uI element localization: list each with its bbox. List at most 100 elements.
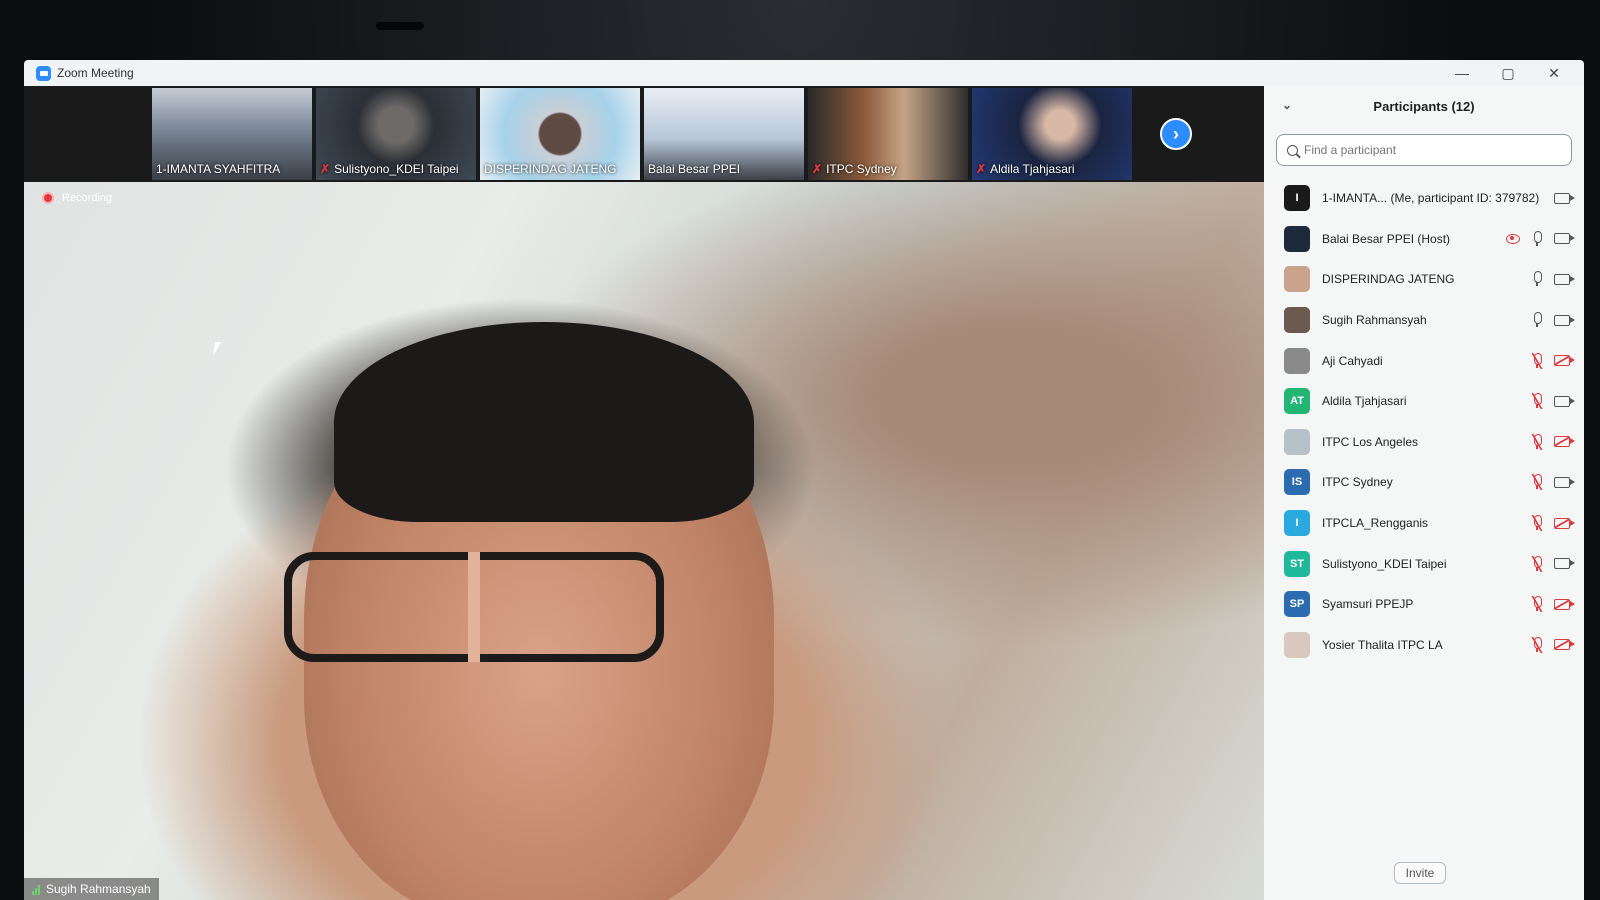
participants-panel: ⌄ Participants (12) I 1-IMANTA... (Me, pa…: [1264, 86, 1584, 900]
video-thumbnail[interactable]: ✗ ITPC Sydney: [808, 88, 968, 180]
camera-icon: [1554, 395, 1575, 407]
chevron-down-icon[interactable]: ⌄: [1282, 98, 1292, 112]
avatar: [1284, 266, 1310, 293]
mic-muted-icon: [1530, 555, 1544, 572]
participant-row[interactable]: I 1-IMANTA... (Me, participant ID: 379782…: [1264, 178, 1584, 219]
invite-button[interactable]: Invite: [1394, 862, 1446, 884]
mic-muted-icon: [1530, 474, 1544, 491]
zoom-window: Zoom Meeting — ▢ ✕ 1-IMANTA SYAHFITRA ✗ S…: [24, 60, 1584, 900]
participant-list: I 1-IMANTA... (Me, participant ID: 379782…: [1264, 178, 1584, 665]
participant-name: Balai Besar PPEI (Host): [1322, 231, 1451, 246]
avatar: [1284, 428, 1310, 455]
participant-row[interactable]: Balai Besar PPEI (Host): [1264, 219, 1584, 260]
camera-icon: [1554, 476, 1575, 488]
camera-off-icon: [1554, 639, 1575, 651]
search-icon: [1287, 144, 1298, 156]
thumbnail-label: DISPERINDAG JATENG: [484, 162, 617, 176]
thumbnail-label: ✗ ITPC Sydney: [812, 162, 897, 176]
camera-icon: [1554, 273, 1575, 285]
zoom-app-icon: [36, 65, 51, 81]
video-thumbnail[interactable]: DISPERINDAG JATENG: [480, 88, 640, 180]
avatar: [1284, 347, 1310, 374]
avatar: I: [1284, 185, 1310, 212]
thumbnail-label: Balai Besar PPEI: [648, 162, 741, 176]
muted-mic-icon: ✗: [812, 162, 823, 176]
mic-icon: [1530, 230, 1544, 247]
participant-status-icons: [1530, 596, 1575, 613]
participant-status-icons: [1530, 636, 1575, 653]
participant-name: ITPCLA_Rengganis: [1322, 516, 1429, 531]
window-title: Zoom Meeting: [57, 66, 134, 80]
participant-status-icons: [1530, 474, 1575, 491]
search-input[interactable]: [1304, 143, 1544, 157]
participant-status-icons: [1530, 352, 1575, 369]
camera-off-icon: [1554, 355, 1575, 367]
camera-icon: [1554, 233, 1575, 245]
video-thumbnail[interactable]: ✗ Aldila Tjahjasari: [972, 88, 1132, 180]
window-controls: — ▢ ✕: [1452, 60, 1564, 86]
close-button[interactable]: ✕: [1544, 65, 1564, 82]
participant-status-icons: [1530, 271, 1575, 287]
participant-status-icons: [1530, 555, 1575, 572]
participant-row[interactable]: ITPC Los Angeles: [1264, 422, 1584, 463]
participant-row[interactable]: DISPERINDAG JATENG: [1264, 259, 1584, 300]
next-page-icon[interactable]: ›: [1160, 118, 1192, 150]
participant-row[interactable]: Yosier Thalita ITPC LA: [1264, 625, 1584, 666]
participants-header: ⌄ Participants (12): [1264, 86, 1584, 126]
participant-row[interactable]: Sugih Rahmansyah: [1264, 300, 1584, 341]
record-dot-icon: [42, 192, 54, 204]
participant-status-icons: [1530, 433, 1575, 450]
minimize-button[interactable]: —: [1452, 65, 1472, 81]
mic-icon: [1530, 312, 1544, 328]
participant-search[interactable]: [1276, 134, 1572, 166]
speaker-hair: [334, 322, 754, 522]
webcam: [376, 22, 424, 30]
participants-title: Participants (12): [1373, 98, 1475, 114]
participant-name: 1-IMANTA... (Me, participant ID: 379782): [1322, 191, 1540, 206]
participant-row[interactable]: AT Aldila Tjahjasari: [1264, 381, 1584, 422]
thumbnail-label: ✗ Sulistyono_KDEI Taipei: [320, 162, 459, 176]
mic-muted-icon: [1530, 596, 1544, 613]
recording-indicator[interactable]: Recording: [42, 192, 112, 204]
thumbnail-strip: 1-IMANTA SYAHFITRA ✗ Sulistyono_KDEI Taip…: [24, 86, 1264, 182]
thumbnail-label: ✗ Aldila Tjahjasari: [976, 162, 1075, 176]
avatar: IS: [1284, 469, 1310, 496]
participant-row[interactable]: Aji Cahyadi: [1264, 340, 1584, 381]
participant-name: ITPC Los Angeles: [1322, 434, 1419, 449]
participant-status-icons: [1530, 393, 1575, 410]
video-thumbnail[interactable]: Balai Besar PPEI: [644, 88, 804, 180]
title-bar: Zoom Meeting — ▢ ✕: [24, 60, 1584, 86]
camera-icon: [1554, 314, 1575, 326]
mic-muted-icon: [1530, 433, 1544, 450]
participant-row[interactable]: SP Syamsuri PPEJP: [1264, 584, 1584, 625]
avatar: ST: [1284, 550, 1310, 577]
participant-row[interactable]: IS ITPC Sydney: [1264, 462, 1584, 503]
avatar: AT: [1284, 388, 1310, 415]
mic-icon: [1530, 271, 1544, 287]
avatar: I: [1284, 510, 1310, 537]
avatar: SP: [1284, 591, 1310, 618]
participant-status-icons: [1506, 230, 1575, 247]
participant-name: Sugih Rahmansyah: [1322, 313, 1427, 328]
recording-label: Recording: [62, 192, 113, 204]
mic-muted-icon: [1530, 515, 1544, 532]
participant-status-icons: [1530, 312, 1575, 328]
muted-mic-icon: ✗: [976, 162, 987, 176]
participant-row[interactable]: ST Sulistyono_KDEI Taipei: [1264, 543, 1584, 584]
avatar: [1284, 307, 1310, 334]
participant-name: Aldila Tjahjasari: [1322, 394, 1407, 409]
meeting-area: 1-IMANTA SYAHFITRA ✗ Sulistyono_KDEI Taip…: [24, 86, 1264, 900]
video-thumbnail[interactable]: 1-IMANTA SYAHFITRA: [152, 88, 312, 180]
participant-name: Sulistyono_KDEI Taipei: [1322, 556, 1447, 571]
camera-off-icon: [1554, 598, 1575, 610]
mic-muted-icon: [1530, 352, 1544, 369]
camera-icon: [1554, 192, 1575, 204]
participant-name: Aji Cahyadi: [1322, 353, 1383, 368]
participant-status-icons: [1554, 192, 1575, 204]
video-thumbnail[interactable]: ✗ Sulistyono_KDEI Taipei: [316, 88, 476, 180]
participant-name: Syamsuri PPEJP: [1322, 597, 1414, 612]
participant-row[interactable]: I ITPCLA_Rengganis: [1264, 503, 1584, 544]
maximize-button[interactable]: ▢: [1498, 65, 1518, 82]
mouse-cursor-icon: [212, 342, 222, 356]
camera-icon: [1554, 558, 1575, 570]
